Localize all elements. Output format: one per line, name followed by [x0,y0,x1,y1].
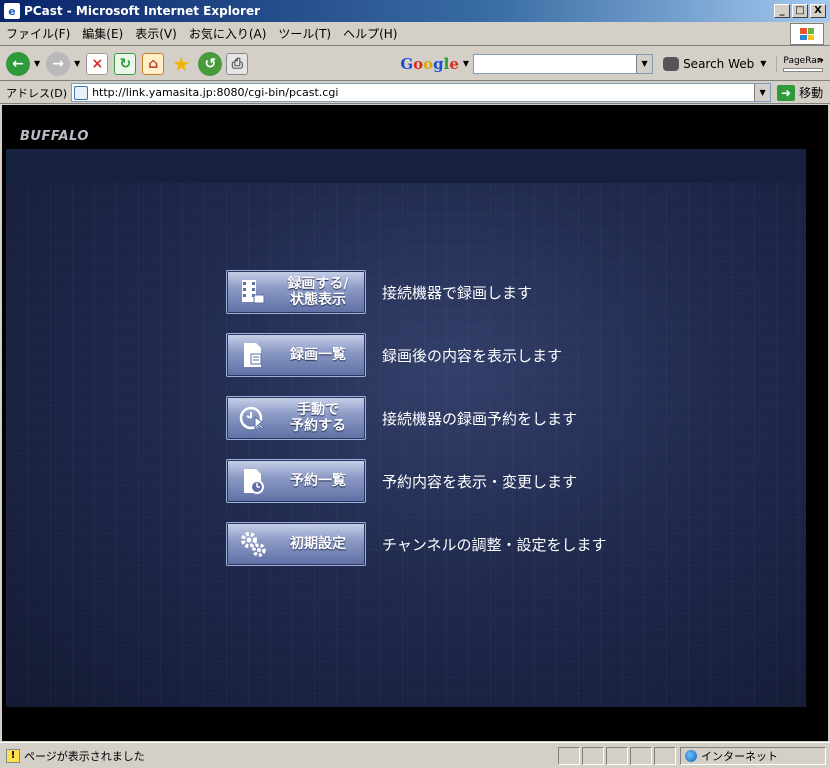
record-button[interactable]: 録画する/ 状態表示 [226,270,366,314]
print-icon[interactable]: ⎙ [226,52,249,75]
security-zone-label: インターネット [701,749,778,763]
settings-button-label: 初期設定 [290,536,346,552]
record-button-label: 録画する/ 状態表示 [287,276,349,308]
status-cell [582,746,604,765]
menu-bar: ファイル(F) 編集(E) 表示(V) お気に入り(A) ツール(T) ヘルプ(… [0,22,830,46]
binoculars-icon [663,56,680,71]
pagerank-bar [783,67,824,72]
menu-favorites[interactable]: お気に入り(A) [183,25,273,42]
settings-button[interactable]: 初期設定 [226,522,366,566]
window-title: PCast - Microsoft Internet Explorer [24,4,261,18]
status-text: ページが表示されました [24,749,145,763]
security-zone[interactable]: インターネット [680,746,826,765]
standard-toolbar: ← ▼ → ▼ × ↻ ⌂ ★ ↺ ⎙ Google ▼ ▼ Search We… [0,47,830,81]
settings-description: チャンネルの調整・設定をします [382,535,607,554]
windows-logo-icon [790,23,824,45]
window-titlebar: e PCast - Microsoft Internet Explorer _ … [0,0,830,22]
back-icon[interactable]: ← [6,51,30,76]
menu-row-settings: 初期設定 チャンネルの調整・設定をします [226,522,607,566]
favorites-star-icon[interactable]: ★ [170,52,192,76]
google-search-input[interactable]: ▼ [473,53,654,74]
page-status-icon: ! [6,748,20,763]
recorded-list-button-label: 録画一覧 [290,347,346,363]
go-button[interactable]: ➜ 移動 [777,84,823,101]
reserve-list-button[interactable]: 予約一覧 [226,459,366,503]
menu-tools[interactable]: ツール(T) [272,25,337,42]
status-cell [558,746,580,765]
pagerank-indicator[interactable]: PageRan [776,55,824,72]
menu-panel: 録画する/ 状態表示 接続機器で録画します 録画一覧 録画後の内容を表示します … [6,149,806,707]
google-menu-dropdown-icon[interactable]: ▼ [463,59,469,68]
address-url: http://link.yamasita.jp:8080/cgi-bin/pca… [92,86,339,99]
forward-icon[interactable]: → [46,51,71,76]
menu-row-manual-reserve: 手動で 予約する 接続機器の録画予約をします [226,396,577,440]
manual-reserve-button-label: 手動で 予約する [290,402,346,434]
recorded-list-description: 録画後の内容を表示します [382,346,563,365]
panel-header-band [6,149,806,183]
home-icon[interactable]: ⌂ [142,52,165,75]
forward-dropdown-icon[interactable]: ▼ [74,59,80,68]
google-logo[interactable]: Google [400,55,459,73]
record-icon [235,274,271,310]
manual-reserve-icon [235,400,271,436]
search-web-dropdown-icon[interactable]: ▼ [760,59,766,68]
stop-icon[interactable]: × [86,52,109,75]
menu-view[interactable]: 表示(V) [129,25,183,42]
reserve-list-description: 予約内容を表示・変更します [382,472,578,491]
close-button[interactable]: X [810,4,826,18]
manual-reserve-button[interactable]: 手動で 予約する [226,396,366,440]
reserve-list-button-label: 予約一覧 [290,473,346,489]
search-web-label: Search Web [683,56,755,71]
ie-app-icon[interactable]: e [4,3,20,19]
address-bar: アドレス(D) http://link.yamasita.jp:8080/cgi… [0,82,830,104]
address-label: アドレス(D) [6,86,68,100]
menu-row-reserve-list: 予約一覧 予約内容を表示・変更します [226,459,577,503]
list-icon [235,337,271,373]
address-input[interactable]: http://link.yamasita.jp:8080/cgi-bin/pca… [71,83,772,102]
google-search-dropdown-icon[interactable]: ▼ [636,54,653,73]
go-arrow-icon: ➜ [777,84,796,101]
maximize-button[interactable]: □ [792,4,808,18]
address-dropdown-icon[interactable]: ▼ [754,84,771,101]
menu-row-recorded-list: 録画一覧 録画後の内容を表示します [226,333,562,377]
toolbar-overflow-chevron-icon[interactable]: » [818,55,824,66]
settings-icon [235,526,271,562]
status-cell [606,746,628,765]
status-bar: ! ページが表示されました インターネット [0,742,830,768]
minimize-button[interactable]: _ [774,4,790,18]
brand-logo: BUFFALO [20,129,89,144]
status-cell [630,746,652,765]
status-cell [654,746,676,765]
menu-row-record: 録画する/ 状態表示 接続機器で録画します [226,270,532,314]
go-label: 移動 [799,86,824,100]
search-web-button[interactable]: Search Web ▼ [663,56,766,71]
manual-reserve-description: 接続機器の録画予約をします [382,409,578,428]
page-icon [74,85,89,100]
history-icon[interactable]: ↺ [198,51,223,76]
recorded-list-button[interactable]: 録画一覧 [226,333,366,377]
record-description: 接続機器で録画します [382,283,533,302]
page-content: BUFFALO 録画する/ 状態表示 接続機器で録画します 録画一覧 録画後の内… [2,105,828,741]
reserve-list-icon [235,463,271,499]
menu-file[interactable]: ファイル(F) [0,25,76,42]
menu-help[interactable]: ヘルプ(H) [337,25,403,42]
globe-icon [685,749,697,762]
back-dropdown-icon[interactable]: ▼ [34,59,40,68]
refresh-icon[interactable]: ↻ [114,52,137,75]
menu-edit[interactable]: 編集(E) [76,25,129,42]
